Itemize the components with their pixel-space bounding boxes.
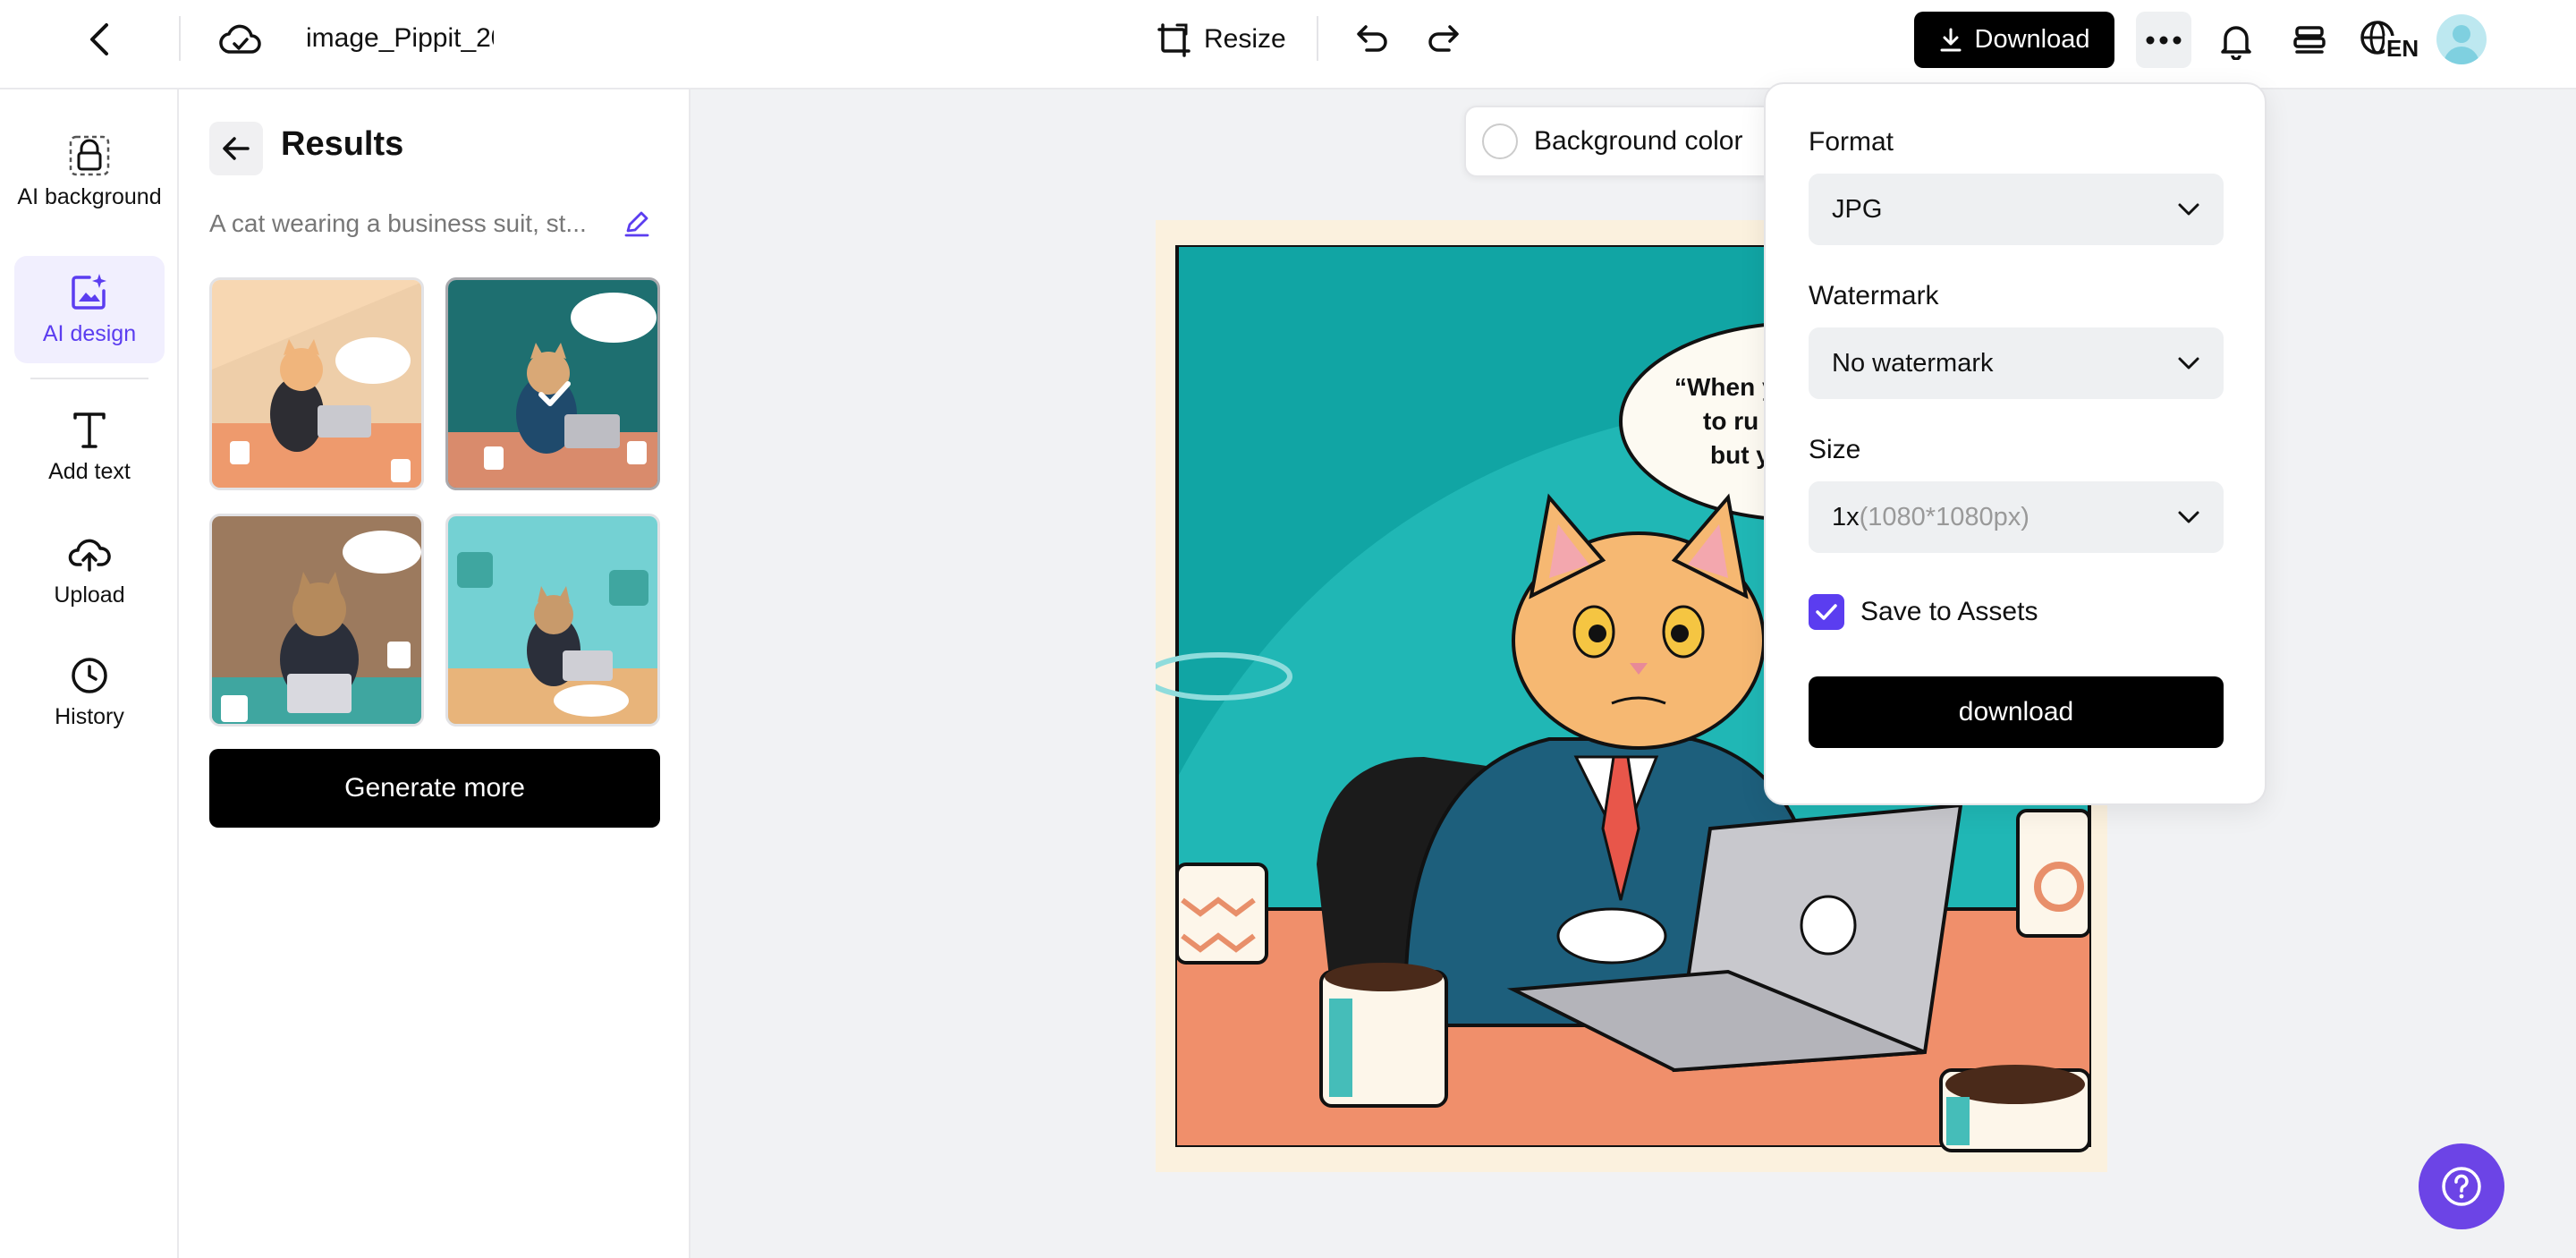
cloud-sync-icon[interactable] — [218, 18, 263, 61]
speech-line-3: but y — [1710, 441, 1770, 469]
more-options-button[interactable] — [2136, 12, 2191, 68]
resize-button[interactable]: Resize — [1156, 16, 1286, 63]
arrow-left-icon — [221, 135, 251, 162]
nav-label: Upload — [54, 582, 125, 608]
nav-divider — [30, 378, 148, 379]
redo-icon[interactable] — [1422, 20, 1465, 59]
format-select[interactable]: JPG — [1809, 174, 2224, 245]
nav-ai-design[interactable]: AI design — [14, 256, 165, 363]
result-thumbnail[interactable] — [209, 514, 424, 727]
nav-label: AI background — [17, 184, 162, 209]
size-label: Size — [1809, 435, 1861, 464]
back-arrow-icon[interactable] — [82, 20, 118, 59]
watermark-value: No watermark — [1832, 348, 1994, 378]
download-label: Download — [1974, 25, 2090, 54]
background-color-label: Background color — [1534, 126, 1743, 156]
document-title[interactable]: image_Pippit_20 — [306, 23, 494, 54]
results-back-button[interactable] — [209, 122, 263, 175]
nav-label: AI design — [42, 321, 137, 346]
more-horizontal-icon — [2146, 36, 2182, 45]
language-code: EN — [2385, 35, 2421, 62]
prompt-text[interactable]: A cat wearing a business suit, st... — [209, 209, 603, 238]
save-to-assets-row[interactable]: Save to Assets — [1809, 594, 2038, 630]
avatar[interactable] — [2436, 14, 2487, 64]
ai-background-icon — [68, 134, 111, 177]
nav-history[interactable]: History — [14, 644, 165, 743]
save-to-assets-label: Save to Assets — [1860, 597, 2038, 626]
watermark-label: Watermark — [1809, 281, 1939, 310]
download-icon — [1939, 28, 1962, 53]
divider — [1317, 16, 1318, 61]
question-mark-icon — [2440, 1165, 2483, 1208]
size-value: 1x — [1832, 502, 1860, 531]
undo-icon[interactable] — [1351, 20, 1394, 59]
help-button[interactable] — [2419, 1143, 2504, 1229]
nav-ai-background[interactable]: AI background — [14, 115, 165, 231]
check-icon — [1816, 604, 1837, 620]
generate-more-button[interactable]: Generate more — [209, 749, 660, 828]
layers-icon[interactable] — [2288, 18, 2331, 63]
chevron-down-icon — [2177, 356, 2200, 370]
chevron-down-icon — [2177, 510, 2200, 524]
result-thumbnail-selected[interactable] — [445, 277, 660, 490]
upload-cloud-icon — [68, 534, 111, 574]
size-value-wrap: 1x(1080*1080px) — [1832, 503, 2029, 532]
nav-upload[interactable]: Upload — [14, 523, 165, 621]
background-color-button[interactable]: Background color — [1464, 106, 1795, 177]
save-to-assets-checkbox[interactable] — [1809, 594, 1844, 630]
bell-icon[interactable] — [2215, 18, 2258, 63]
resize-label: Resize — [1204, 24, 1286, 54]
speech-line-1: “When y — [1674, 373, 1776, 401]
confirm-download-button[interactable]: download — [1809, 676, 2224, 748]
nav-label: History — [55, 704, 124, 729]
chevron-down-icon — [2177, 202, 2200, 217]
speech-line-2: to ru — [1703, 407, 1758, 435]
size-select[interactable]: 1x(1080*1080px) — [1809, 481, 2224, 553]
size-detail: (1080*1080px) — [1859, 502, 2029, 531]
color-swatch — [1482, 123, 1518, 159]
results-panel: Results A cat wearing a business suit, s… — [179, 89, 691, 1258]
text-icon — [72, 411, 107, 450]
resize-icon — [1156, 21, 1191, 57]
result-thumbnail[interactable] — [209, 277, 424, 490]
top-bar: image_Pippit_20 Resize Download EN — [0, 0, 2576, 89]
left-nav: AI background AI design Add text Upload … — [0, 89, 179, 1258]
clock-icon — [70, 656, 109, 695]
download-options-menu: Format JPG Watermark No watermark Size 1… — [1764, 82, 2267, 805]
result-thumbnail[interactable] — [445, 514, 660, 727]
edit-pencil-icon[interactable] — [623, 209, 651, 238]
watermark-select[interactable]: No watermark — [1809, 327, 2224, 399]
format-label: Format — [1809, 127, 1894, 157]
nav-add-text[interactable]: Add text — [14, 399, 165, 497]
ai-design-icon — [70, 271, 109, 310]
divider — [179, 16, 181, 61]
nav-label: Add text — [48, 459, 131, 484]
language-button[interactable]: EN — [2358, 16, 2421, 64]
download-button[interactable]: Download — [1914, 12, 2114, 68]
format-value: JPG — [1832, 194, 1883, 224]
results-title: Results — [281, 125, 404, 163]
